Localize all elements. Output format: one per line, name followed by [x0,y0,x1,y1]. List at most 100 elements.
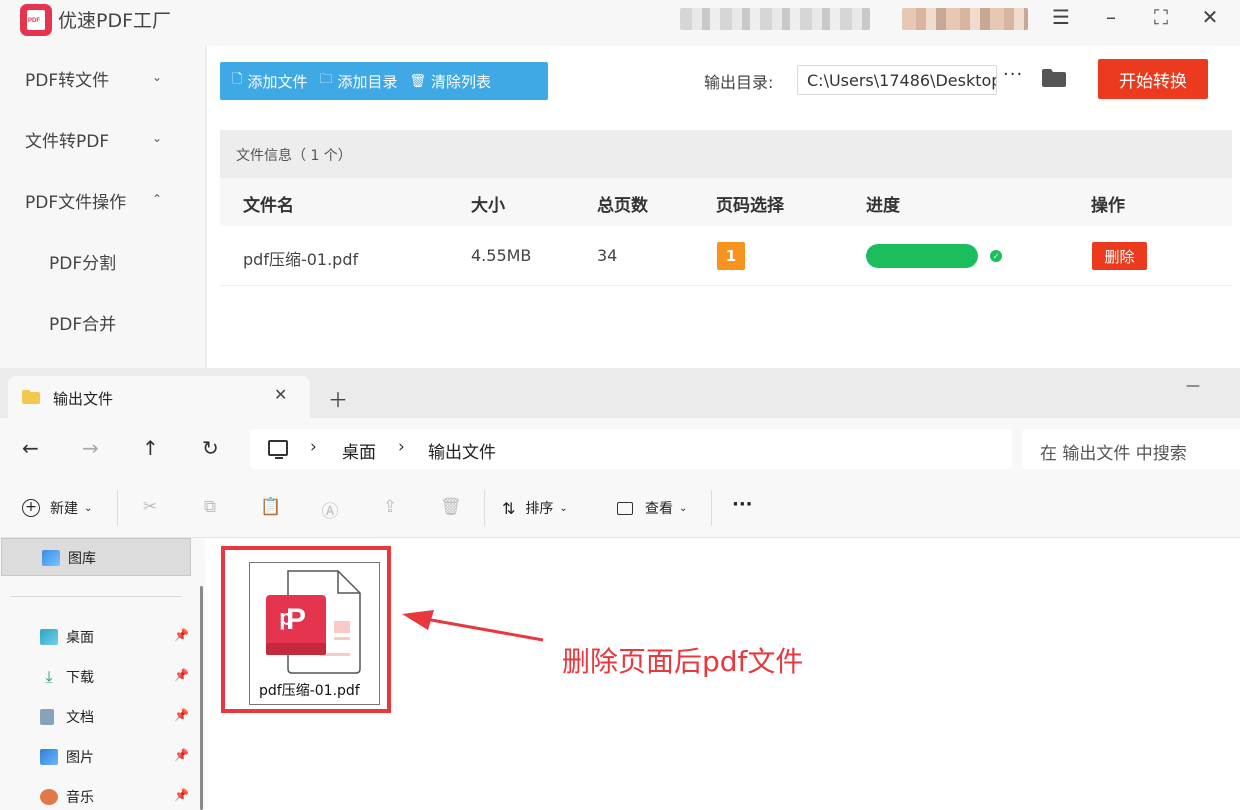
output-dir-label: 输出目录: [704,73,774,92]
chevron-right-icon[interactable]: › [310,437,317,457]
file-info-count: 文件信息（ 1 个） [236,148,352,164]
search-input[interactable]: 在 输出文件 中搜索 [1022,429,1240,469]
pin-icon[interactable]: 📌 [174,748,189,762]
more-options-button[interactable]: ··· [732,494,753,515]
add-file-button[interactable]: 🗋 添加文件 [232,70,307,92]
sidebar-item-pdf-operations[interactable]: PDF文件操作 [25,188,126,213]
blurred-avatar [902,8,1028,30]
tab-output-folder[interactable]: 输出文件 ✕ [8,376,310,418]
divider [10,596,182,597]
refresh-icon[interactable]: ↻ [202,436,219,460]
explorer-command-bar: + 新建 ⌄ ✂ ⧉ 📋 Ⓐ ⇪ 🗑 ⇅ 排序 ⌄ 查看 ⌄ ··· [0,478,1240,538]
file-info-bar: 文件信息（ 1 个） [220,130,1232,178]
music-icon [40,789,58,805]
row-size: 4.55MB [471,246,532,265]
nav-item-desktop[interactable]: 桌面 [40,626,94,648]
close-icon[interactable]: ✕ [1195,4,1225,30]
close-tab-icon[interactable]: ✕ [274,385,287,404]
forward-arrow-icon[interactable]: → [82,436,99,460]
sort-icon: ⇅ [502,498,516,518]
view-icon [617,501,633,515]
trash-icon: 🗑 [409,73,427,89]
copy-icon[interactable]: ⧉ [200,497,220,517]
sidebar-item-pdf-merge[interactable]: PDF合并 [49,310,116,335]
clear-list-button[interactable]: 🗑 清除列表 [410,71,492,92]
col-filename: 文件名 [243,196,294,216]
back-arrow-icon[interactable]: ← [22,436,39,460]
nav-label: 音乐 [66,790,94,806]
plus-circle-icon: + [22,499,40,517]
nav-item-pictures[interactable]: 图片 [40,746,94,768]
nav-label: 图库 [68,551,96,567]
share-icon[interactable]: ⇪ [380,497,400,517]
row-pages: 34 [597,246,618,265]
divider [117,490,118,526]
pdf-converter-app: 优速PDF工厂 ☰ – ⛶ ✕ PDF转文件 ⌄ 文件转PDF ⌄ PDF文件操… [0,0,1240,368]
app-sidebar: PDF转文件 ⌄ 文件转PDF ⌄ PDF文件操作 ⌃ PDF分割 PDF合并 [0,46,207,368]
sidebar-item-file-to-pdf[interactable]: 文件转PDF [25,127,109,152]
page-select-badge[interactable]: 1 [717,242,745,270]
menu-icon[interactable]: ☰ [1046,4,1076,30]
file-explorer-window: 输出文件 ✕ ＋ — ← → ↑ ↻ › 桌面 › 输出文件 在 输出文件 中搜… [0,368,1240,810]
nav-item-gallery[interactable]: 图库 [1,538,191,576]
address-bar[interactable]: › 桌面 › 输出文件 [250,429,1012,469]
delete-icon[interactable]: 🗑 [440,497,462,517]
view-button[interactable]: 查看 ⌄ [617,498,687,518]
folder-icon[interactable] [1041,68,1067,88]
chevron-down-icon[interactable]: ⌄ [152,70,162,84]
add-folder-button[interactable]: 🗀 添加目录 [319,70,397,92]
pin-icon[interactable]: 📌 [174,708,189,722]
blurred-account-info [680,8,870,30]
rename-icon[interactable]: Ⓐ [320,497,340,522]
pin-icon[interactable]: 📌 [174,788,189,802]
pin-icon[interactable]: 📌 [174,628,189,642]
file-name-label: pdf压缩-01.pdf [259,683,360,699]
nav-label: 桌面 [66,630,94,646]
progress-fill [866,244,978,268]
minimize-icon[interactable]: – [1096,4,1126,30]
pdf-file-icon: P p [266,570,361,674]
delete-button[interactable]: 删除 [1092,242,1147,270]
pin-icon[interactable]: 📌 [174,668,189,682]
new-tab-icon[interactable]: ＋ [328,384,348,413]
explorer-navigation-pane: 图库 桌面 📌 ⤓ 下载 📌 文档 📌 图片 📌 音乐 📌 [0,538,205,810]
gallery-icon [42,550,60,566]
nav-item-music[interactable]: 音乐 [40,786,94,808]
chevron-down-icon: ⌄ [559,502,568,514]
chevron-up-icon[interactable]: ⌃ [152,192,162,206]
scrollbar[interactable] [200,586,203,810]
new-button[interactable]: + 新建 ⌄ [22,498,92,518]
row-filename: pdf压缩-01.pdf [243,250,359,269]
sidebar-item-pdf-to-file[interactable]: PDF转文件 [25,66,109,91]
breadcrumb-desktop[interactable]: 桌面 [342,438,376,463]
sidebar-item-pdf-split[interactable]: PDF分割 [49,249,116,274]
explorer-tabstrip: 输出文件 ✕ ＋ — [0,368,1240,418]
folder-icon [22,390,40,404]
minimize-icon[interactable]: — [1186,378,1200,394]
sort-button[interactable]: ⇅ 排序 ⌄ [502,498,568,518]
nav-item-documents[interactable]: 文档 [40,706,94,728]
up-arrow-icon[interactable]: ↑ [142,436,159,460]
chevron-right-icon[interactable]: › [398,437,405,457]
highlight-box: P p pdf压缩-01.pdf [221,546,391,713]
tab-title: 输出文件 [53,390,114,408]
file-icon: 🗋 [232,72,243,87]
add-file-label: 添加文件 [247,72,308,91]
paste-icon[interactable]: 📋 [260,497,281,517]
col-pages: 总页数 [597,196,648,216]
chevron-down-icon: ⌄ [679,502,688,514]
document-icon [40,709,54,725]
chevron-down-icon: ⌄ [84,502,93,514]
col-size: 大小 [471,196,505,216]
start-convert-button[interactable]: 开始转换 [1098,59,1208,99]
browse-more-button[interactable]: ··· [1003,64,1023,85]
add-folder-label: 添加目录 [337,72,398,91]
nav-gallery-row: 图库 [42,547,96,569]
chevron-down-icon[interactable]: ⌄ [152,131,162,145]
nav-label: 文档 [66,710,94,726]
cut-icon[interactable]: ✂ [140,497,160,517]
output-dir-field[interactable]: C:\Users\17486\Desktop [797,65,997,95]
nav-item-downloads[interactable]: ⤓ 下载 [40,666,94,688]
maximize-icon[interactable]: ⛶ [1146,4,1176,30]
breadcrumb-output-folder[interactable]: 输出文件 [428,438,496,463]
